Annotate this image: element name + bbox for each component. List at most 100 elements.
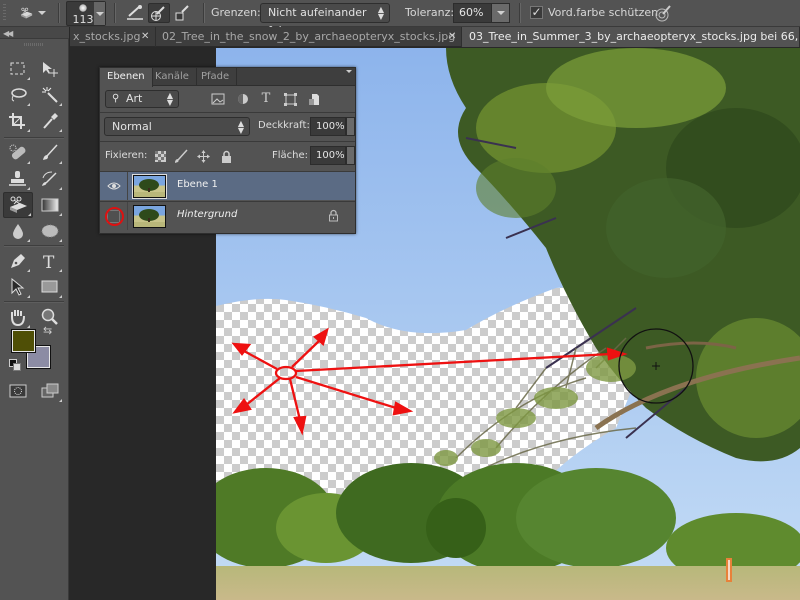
close-icon[interactable]: ✕ bbox=[141, 27, 149, 47]
updown-icon: ▲ ▼ bbox=[166, 91, 173, 107]
brush-dropdown[interactable] bbox=[94, 2, 105, 25]
limits-select[interactable]: Nicht aufeinander folg. ▲▼ bbox=[260, 3, 390, 37]
tool-path-selection[interactable] bbox=[5, 275, 31, 299]
default-colors-icon[interactable] bbox=[9, 359, 21, 374]
layer-filter-value: Art bbox=[126, 92, 143, 105]
foreground-color-swatch-top[interactable] bbox=[11, 329, 36, 353]
tool-group-indicator bbox=[59, 239, 62, 242]
layer-row[interactable]: Ebene 1 bbox=[100, 171, 355, 200]
tool-group-indicator bbox=[27, 77, 30, 80]
pen-pressure-button[interactable] bbox=[652, 3, 674, 23]
tool-gradient[interactable] bbox=[37, 193, 63, 217]
divider bbox=[100, 112, 355, 113]
fill-input[interactable]: 100% bbox=[310, 146, 346, 165]
tool-rectangular-marquee[interactable] bbox=[5, 57, 31, 81]
tab-layers[interactable]: Ebenen bbox=[100, 68, 153, 87]
checkmark-icon: ✓ bbox=[531, 5, 542, 19]
tool-group-indicator bbox=[59, 129, 62, 132]
panel-menu-icon[interactable] bbox=[346, 70, 352, 73]
swap-colors-icon[interactable]: ⇆ bbox=[43, 324, 52, 337]
tool-group-indicator bbox=[27, 325, 30, 328]
lock-position-icon bbox=[196, 149, 210, 163]
options-bar-grip[interactable] bbox=[3, 4, 6, 22]
protect-foreground-checkbox[interactable]: ✓ bbox=[530, 6, 543, 19]
quick-mask-icon bbox=[9, 384, 27, 398]
highlight-circle-annotation bbox=[105, 207, 124, 226]
brush-size-picker[interactable]: 113 bbox=[66, 1, 106, 26]
tool-rectangle[interactable] bbox=[37, 275, 63, 299]
document-tab-active[interactable]: 03_Tree_in_Summer_3_by_archaeopteryx_sto… bbox=[462, 27, 800, 47]
layer-visibility-toggle[interactable] bbox=[100, 172, 128, 200]
tool-magic-wand[interactable] bbox=[37, 83, 63, 107]
tab-channels[interactable]: Kanäle bbox=[148, 68, 197, 86]
tool-blur[interactable] bbox=[5, 219, 31, 243]
pixel-filter-icon bbox=[211, 93, 225, 105]
quick-mask-button[interactable] bbox=[5, 379, 31, 403]
fill-slider-button[interactable] bbox=[346, 146, 355, 165]
opacity-input[interactable]: 100% bbox=[310, 117, 346, 136]
lock-all-button[interactable] bbox=[218, 148, 234, 164]
chevron-down-icon bbox=[496, 11, 505, 15]
tools-panel-grip[interactable] bbox=[24, 43, 44, 46]
tool-group-indicator bbox=[59, 399, 62, 402]
lock-pixels-button[interactable] bbox=[173, 148, 189, 164]
fill-label: Fläche: bbox=[272, 150, 309, 161]
opacity-slider-button[interactable] bbox=[346, 117, 355, 136]
sponge-icon bbox=[41, 224, 59, 238]
tool-group-indicator bbox=[59, 269, 62, 272]
tool-eyedropper[interactable] bbox=[37, 109, 63, 133]
tool-clone-stamp[interactable] bbox=[5, 167, 31, 191]
pen-icon bbox=[11, 254, 25, 268]
tolerance-input[interactable]: 60% bbox=[453, 3, 492, 23]
tab-paths[interactable]: Pfade bbox=[194, 68, 238, 86]
type-icon: T bbox=[43, 253, 55, 270]
sampling-once-button[interactable] bbox=[148, 3, 170, 23]
tool-history-brush[interactable] bbox=[37, 167, 63, 191]
smart-object-filter-button[interactable] bbox=[306, 91, 322, 107]
tool-background-eraser[interactable] bbox=[3, 192, 33, 218]
divider bbox=[4, 245, 64, 246]
lasso-icon bbox=[11, 88, 27, 102]
type-filter-icon[interactable]: T bbox=[258, 90, 274, 106]
collapse-icon[interactable]: ◀◀ bbox=[3, 29, 13, 38]
layers-panel-header[interactable]: Ebenen Kanäle Pfade bbox=[100, 68, 355, 87]
lock-position-button[interactable] bbox=[195, 148, 211, 164]
search-icon: ⚲ bbox=[112, 93, 120, 104]
history-brush-icon bbox=[42, 171, 57, 186]
blend-mode-select[interactable]: Normal ▲ ▼ bbox=[104, 117, 250, 136]
document-tab[interactable]: x_stocks.jpg ✕ bbox=[70, 27, 156, 47]
sampling-continuous-icon bbox=[127, 5, 143, 20]
screen-mode-button[interactable] bbox=[37, 379, 63, 403]
tools-panel-header[interactable]: ◀◀ bbox=[0, 27, 69, 39]
layer-filter-select[interactable]: ⚲ Art ▲ ▼ bbox=[105, 90, 179, 108]
shape-filter-button[interactable] bbox=[282, 91, 298, 107]
document-tab[interactable]: 02_Tree_in_the_snow_2_by_archaeopteryx_s… bbox=[156, 27, 462, 47]
tool-group-indicator bbox=[59, 103, 62, 106]
sampling-background-swatch-button[interactable] bbox=[172, 3, 194, 23]
pixel-filter-button[interactable] bbox=[210, 91, 226, 107]
tool-preset-picker[interactable] bbox=[18, 2, 46, 24]
layer-visibility-toggle[interactable] bbox=[100, 202, 128, 230]
layer-name: Hintergrund bbox=[177, 209, 238, 220]
tool-pen[interactable] bbox=[5, 249, 31, 273]
blur-icon bbox=[13, 224, 23, 239]
tool-crop[interactable] bbox=[5, 109, 31, 133]
lock-transparency-button[interactable] bbox=[152, 148, 168, 164]
tool-group-indicator bbox=[27, 269, 30, 272]
move-icon bbox=[43, 62, 58, 77]
tool-sponge[interactable] bbox=[37, 219, 63, 243]
tool-type[interactable]: T bbox=[37, 249, 63, 273]
tool-spot-healing[interactable] bbox=[5, 141, 31, 165]
tolerance-slider-button[interactable] bbox=[491, 3, 510, 23]
tool-move[interactable] bbox=[37, 57, 63, 81]
tool-brush[interactable] bbox=[37, 141, 63, 165]
layer-row[interactable]: Hintergrund bbox=[100, 201, 355, 230]
document-tab-bar: x_stocks.jpg ✕ 02_Tree_in_the_snow_2_by_… bbox=[70, 27, 800, 47]
close-icon[interactable]: ✕ bbox=[448, 27, 456, 47]
sampling-continuous-button[interactable] bbox=[124, 3, 146, 23]
clone-stamp-icon bbox=[9, 171, 26, 186]
adjustment-filter-button[interactable] bbox=[235, 91, 251, 107]
tool-lasso[interactable] bbox=[5, 83, 31, 107]
tool-hand[interactable] bbox=[5, 305, 31, 329]
divider bbox=[114, 3, 115, 23]
